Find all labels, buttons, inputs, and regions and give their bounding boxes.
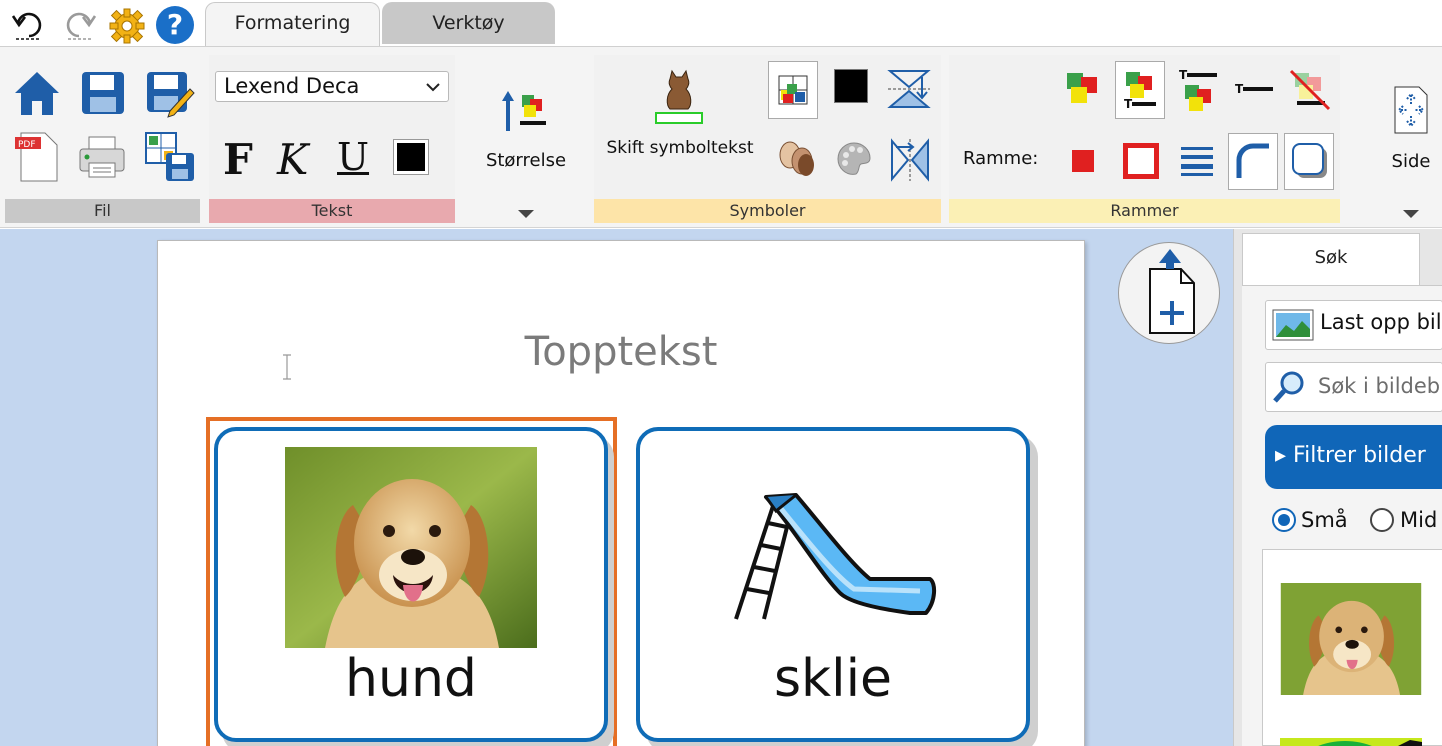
card-label[interactable]: sklie: [640, 649, 1026, 709]
frame-fill-button[interactable]: [1072, 150, 1094, 172]
underline-glyph: U: [337, 135, 370, 179]
bold-glyph: F: [223, 135, 253, 184]
document-page[interactable]: Topptekst hund sklie: [157, 240, 1085, 746]
results-grid: [1262, 549, 1442, 746]
page-header-text[interactable]: Topptekst: [158, 329, 1084, 375]
result-thumbnail-dog[interactable]: [1280, 583, 1422, 695]
ribbon: ? Formatering Verktøy PDF Fil Lexend Dec…: [0, 0, 1442, 228]
save-as-icon[interactable]: [144, 67, 196, 119]
tab-verktoy[interactable]: Verktøy: [382, 2, 555, 44]
add-page-button[interactable]: [1118, 242, 1220, 344]
help-icon[interactable]: ?: [156, 6, 194, 44]
font-select-value: Lexend Deca: [224, 74, 360, 98]
group-size: Størrelse: [462, 55, 590, 223]
underline-button[interactable]: U: [337, 135, 373, 179]
italic-glyph: K: [277, 135, 309, 184]
font-select[interactable]: Lexend Deca: [215, 71, 449, 102]
size-dropdown-icon[interactable]: [516, 205, 536, 218]
add-page-icon: [1149, 249, 1195, 334]
tab-formatering[interactable]: Formatering: [205, 2, 380, 46]
image-search-input[interactable]: Søk i bildeb: [1265, 362, 1442, 412]
image-search-placeholder: Søk i bildeb: [1318, 374, 1441, 398]
filter-images-button[interactable]: ▸ Filtrer bilder: [1265, 425, 1442, 489]
svg-text:T: T: [1179, 68, 1188, 82]
svg-text:T: T: [1235, 82, 1244, 96]
italic-button[interactable]: K: [277, 135, 313, 184]
size-label: Størrelse: [485, 150, 567, 171]
symbol-card[interactable]: sklie: [636, 427, 1030, 742]
text-color-button[interactable]: [393, 139, 429, 175]
group-tekst: Lexend Deca F K U Tekst: [209, 55, 455, 223]
frame-label: Ramme:: [963, 148, 1039, 169]
result-thumbnail-partial[interactable]: [1280, 735, 1422, 746]
search-panel: Søk Last opp bild Søk i bildeb ▸ Filtrer…: [1233, 229, 1442, 746]
text-color-swatch: [397, 143, 425, 171]
undo-icon[interactable]: [10, 6, 48, 44]
chevron-down-icon: [426, 79, 440, 98]
help-glyph: ?: [166, 8, 184, 41]
upload-image-button[interactable]: Last opp bild: [1265, 300, 1442, 350]
group-rammer: T T T Ramme: Rammer: [949, 55, 1340, 223]
tab-label: Formatering: [234, 12, 351, 34]
group-fil: PDF Fil: [5, 55, 200, 223]
frame-corner-button[interactable]: [1228, 133, 1278, 190]
layout-text-only-icon[interactable]: T: [1233, 77, 1277, 101]
svg-text:PDF: PDF: [18, 140, 36, 150]
image-icon: [1272, 309, 1314, 341]
printer-icon[interactable]: [77, 135, 127, 179]
palette-icon[interactable]: [836, 141, 872, 177]
frame-thickness-icon[interactable]: [1179, 145, 1215, 177]
tab-search[interactable]: Søk: [1242, 233, 1420, 285]
group-label-symboler: Symboler: [594, 199, 941, 223]
svg-text:T: T: [1124, 97, 1133, 111]
search-icon: [1272, 369, 1306, 405]
layout-text-above-icon[interactable]: T: [1177, 67, 1223, 117]
gear-icon[interactable]: [108, 7, 146, 45]
redo-icon[interactable]: [60, 6, 98, 44]
dog-photo: [285, 447, 537, 648]
slide-symbol: [730, 483, 940, 623]
workspace: Topptekst hund sklie: [0, 229, 1233, 746]
cat-symbol-icon[interactable]: [652, 69, 706, 125]
save-icon[interactable]: [79, 69, 127, 117]
bold-button[interactable]: F: [223, 135, 259, 184]
symbol-color-button[interactable]: [834, 69, 868, 103]
radio-dot: [1278, 514, 1290, 526]
group-side: Side: [1345, 55, 1442, 223]
egg-color-icon[interactable]: [776, 139, 820, 179]
size-medium-radio[interactable]: [1370, 508, 1394, 532]
flip-horizontal-icon[interactable]: [888, 137, 932, 183]
symbol-layout-button[interactable]: [768, 61, 818, 119]
layout-symbol-only-icon[interactable]: [1061, 67, 1107, 113]
size-small-label: Små: [1301, 508, 1348, 532]
layout-text-below-button[interactable]: T: [1115, 61, 1165, 119]
side-dropdown-icon[interactable]: [1401, 205, 1421, 218]
size-icon[interactable]: [498, 85, 550, 137]
group-symboler: Skift symboltekst Symboler: [594, 55, 941, 223]
save-template-icon[interactable]: [144, 131, 196, 183]
home-icon[interactable]: [11, 67, 63, 119]
layout-none-icon[interactable]: [1287, 67, 1333, 113]
group-label-rammer: Rammer: [949, 199, 1340, 223]
flip-vertical-icon[interactable]: [886, 67, 932, 111]
group-label-fil: Fil: [5, 199, 200, 223]
tab-label: Verktøy: [432, 12, 505, 34]
switch-symbol-text-label[interactable]: Skift symboltekst: [594, 138, 766, 158]
side-label: Side: [1391, 151, 1431, 172]
group-label-tekst: Tekst: [209, 199, 455, 223]
symbol-card[interactable]: hund: [214, 427, 608, 742]
size-medium-label: Mid: [1400, 508, 1438, 532]
frame-border-button[interactable]: [1123, 143, 1159, 179]
pdf-icon[interactable]: PDF: [13, 131, 61, 183]
tab-search-label: Søk: [1314, 247, 1348, 268]
card-label[interactable]: hund: [218, 649, 604, 709]
page-setup-icon[interactable]: [1391, 83, 1431, 137]
text-cursor-icon: [282, 354, 292, 380]
filter-images-label: ▸ Filtrer bilder: [1275, 443, 1426, 468]
frame-shadow-button[interactable]: [1284, 133, 1334, 190]
upload-image-label: Last opp bild: [1320, 310, 1442, 334]
size-small-radio[interactable]: [1272, 508, 1296, 532]
